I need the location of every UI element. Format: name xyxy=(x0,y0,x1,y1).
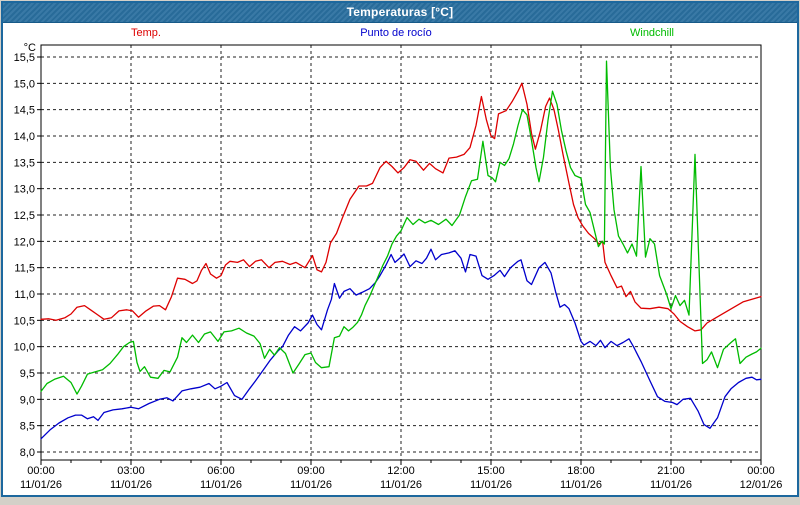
chart-window: Temperaturas [°C] xyxy=(1,1,799,497)
legend-item-dew-point: Punto de rocío xyxy=(360,27,432,39)
legend-item-temp: Temp. xyxy=(131,27,161,39)
weather-app-window: { "window": { "title": "Temperaturas [°C… xyxy=(0,0,800,500)
legend-item-windchill: Windchill xyxy=(630,27,674,39)
window-title: Temperaturas [°C] xyxy=(347,5,454,19)
window-title-bar: Temperaturas [°C] xyxy=(3,3,797,23)
